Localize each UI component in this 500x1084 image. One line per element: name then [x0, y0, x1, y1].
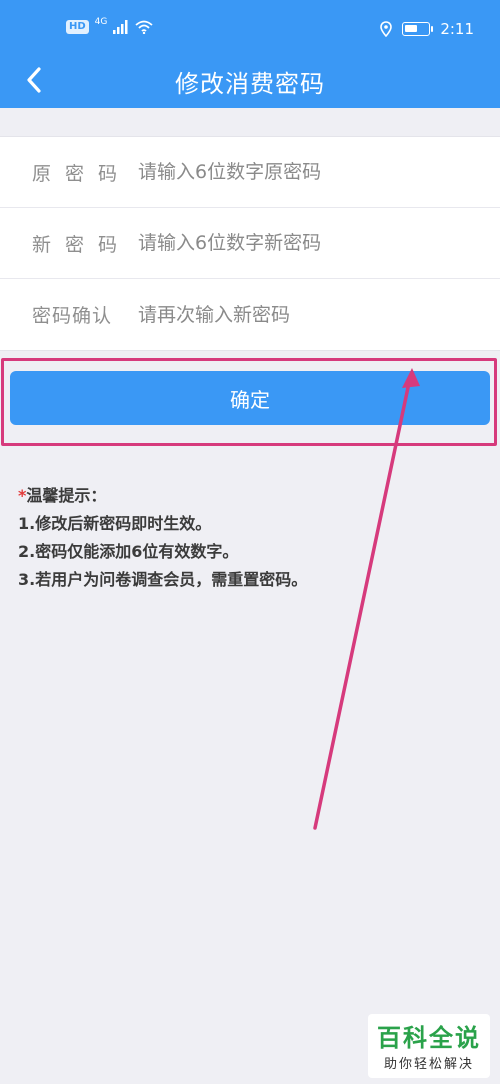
network-type-label: 4G [94, 17, 108, 27]
new-password-row: 新密码 [0, 208, 500, 279]
tips-heading-text: 温馨提示： [26, 486, 107, 505]
battery-icon [402, 22, 434, 36]
wifi-icon [135, 20, 153, 34]
confirm-password-label: 密码确认 [32, 305, 113, 327]
confirm-password-row: 密码确认 [0, 279, 500, 350]
nav-bar: 修改消费密码 [0, 52, 500, 108]
old-password-label: 原密码 [32, 162, 132, 185]
old-password-input[interactable] [138, 161, 468, 183]
password-form: 原密码 新密码 密码确认 [0, 136, 500, 351]
page-title: 修改消费密码 [175, 70, 325, 98]
new-password-input[interactable] [138, 232, 468, 254]
tips-section: *温馨提示： 1.修改后新密码即时生效。 2.密码仅能添加6位有效数字。 3.若… [18, 482, 307, 594]
status-right: 2:11 [380, 20, 474, 38]
confirm-password-input[interactable] [138, 303, 468, 326]
tip-item: 2.密码仅能添加6位有效数字。 [18, 542, 239, 561]
clock-time: 2:11 [440, 20, 474, 38]
new-password-label: 新密码 [32, 233, 132, 256]
status-left: HD 4G [66, 17, 153, 34]
watermark-logo: 百科全说 助你轻松解决 [368, 1014, 490, 1078]
watermark-subtitle: 助你轻松解决 [383, 1057, 474, 1072]
tip-item: 1.修改后新密码即时生效。 [18, 514, 212, 533]
signal-icon [113, 20, 128, 34]
tip-item: 3.若用户为问卷调查会员，需重置密码。 [18, 570, 308, 589]
top-bar: HD 4G 2:11 修改消费密码 [0, 0, 500, 108]
watermark-title: 百科全说 [377, 1024, 481, 1052]
confirm-button[interactable]: 确定 [10, 371, 490, 425]
hd-badge: HD [66, 20, 89, 34]
old-password-row: 原密码 [0, 137, 500, 208]
status-bar: HD 4G 2:11 [0, 0, 500, 52]
location-icon [380, 21, 393, 37]
tips-heading: *温馨提示： [18, 482, 307, 510]
